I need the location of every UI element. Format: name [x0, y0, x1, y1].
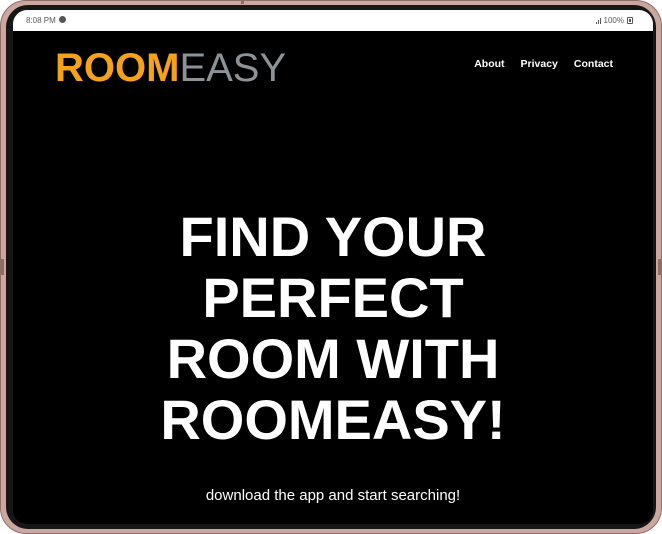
roomeasy-logo[interactable]: ROOMEASY	[55, 44, 286, 92]
headline-line: FIND YOUR	[179, 205, 487, 268]
battery-icon	[627, 17, 633, 24]
frame-notch	[241, 1, 244, 4]
top-nav: About Privacy Contact	[474, 58, 613, 70]
battery-percent: 100%	[603, 16, 624, 25]
status-right: 100%	[595, 16, 633, 25]
screen: 8:08 PM 100% ROOMEASY About Privacy Cont…	[13, 10, 653, 524]
headline-line: ROOMEASY!	[160, 388, 506, 451]
message-notification-icon	[59, 16, 66, 23]
hero-headline: FIND YOUR PERFECT ROOM WITH ROOMEASY!	[13, 206, 653, 450]
nav-contact-link[interactable]: Contact	[574, 58, 613, 70]
status-bar: 8:08 PM 100%	[13, 10, 653, 31]
hero-subtitle: download the app and start searching!	[205, 487, 461, 504]
nav-about-link[interactable]: About	[474, 58, 504, 70]
logo-part-easy: EASY	[179, 46, 287, 90]
headline-line: PERFECT	[202, 266, 464, 329]
nav-privacy-link[interactable]: Privacy	[521, 58, 558, 70]
status-time: 8:08 PM	[26, 16, 56, 25]
signal-icon	[595, 17, 601, 24]
logo-part-room: ROOM	[55, 46, 180, 90]
hinge-right	[658, 259, 661, 275]
hinge-left	[1, 259, 4, 275]
headline-line: ROOM WITH	[166, 327, 500, 390]
device-frame: 8:08 PM 100% ROOMEASY About Privacy Cont…	[0, 0, 662, 534]
